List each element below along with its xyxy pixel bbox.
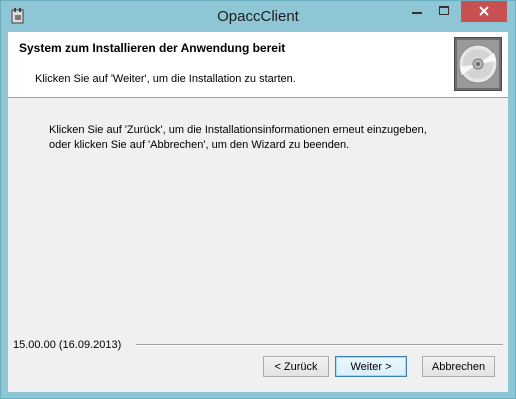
minimize-icon — [411, 12, 422, 14]
page-subtitle: Klicken Sie auf 'Weiter', um die Install… — [35, 73, 296, 85]
cancel-button[interactable]: Abbrechen — [422, 356, 495, 377]
maximize-icon — [438, 6, 449, 15]
wizard-header: System zum Installieren der Anwendung be… — [8, 32, 508, 98]
close-button[interactable] — [461, 1, 507, 22]
version-label: 15.00.00 (16.09.2013) — [13, 339, 122, 351]
cd-disc-icon — [454, 37, 502, 91]
installer-window: OpaccClient System zum Installieren der … — [0, 0, 516, 399]
instruction-line-1: Klicken Sie auf 'Zurück', um die Install… — [49, 124, 427, 136]
back-button[interactable]: < Zurück — [263, 356, 329, 377]
close-icon — [479, 6, 489, 16]
instructions-text: Klicken Sie auf 'Zurück', um die Install… — [49, 123, 427, 153]
wizard-client-area: System zum Installieren der Anwendung be… — [8, 32, 508, 392]
maximize-button[interactable] — [430, 1, 457, 22]
minimize-button[interactable] — [403, 1, 430, 22]
footer-separator — [136, 344, 503, 346]
next-button[interactable]: Weiter > — [335, 356, 407, 377]
instruction-line-2: oder klicken Sie auf 'Abbrechen', um den… — [49, 139, 350, 151]
page-title: System zum Installieren der Anwendung be… — [19, 41, 286, 55]
title-bar[interactable]: OpaccClient — [1, 1, 515, 31]
